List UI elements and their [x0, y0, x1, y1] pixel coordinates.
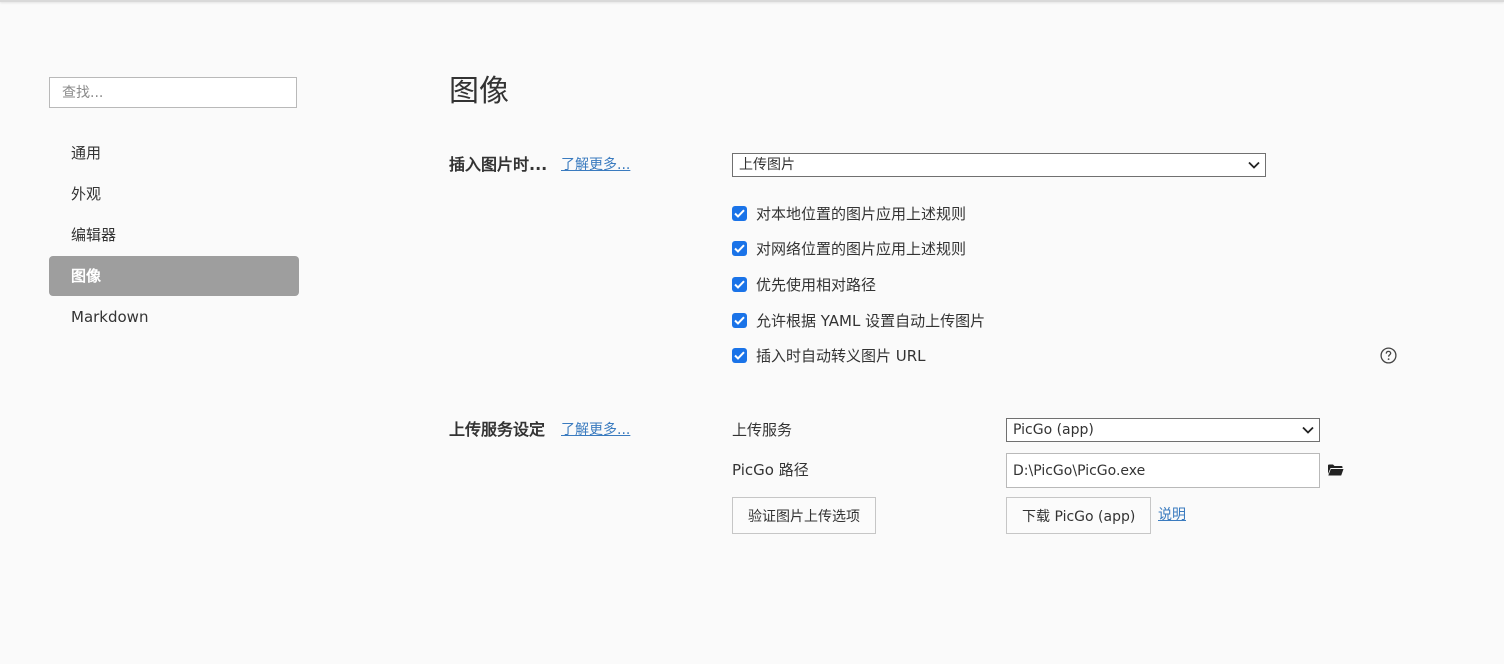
upload-service-label: 上传服务: [732, 421, 793, 439]
option-label: 对本地位置的图片应用上述规则: [756, 204, 967, 223]
sidebar-item-editor[interactable]: 编辑器: [49, 215, 299, 255]
checkmark-icon: [734, 244, 745, 253]
upload-service-section-label: 上传服务设定: [449, 420, 546, 439]
option-label: 对网络位置的图片应用上述规则: [756, 239, 967, 258]
chevron-down-icon: [1301, 419, 1315, 441]
sidebar-item-appearance[interactable]: 外观: [49, 174, 299, 214]
insert-action-select[interactable]: 上传图片: [732, 153, 1266, 177]
checkbox-checked[interactable]: [732, 312, 747, 328]
option-yaml-upload[interactable]: 允许根据 YAML 设置自动上传图片: [732, 309, 985, 331]
folder-icon[interactable]: [1327, 463, 1344, 477]
checkmark-icon: [734, 351, 745, 360]
checkmark-icon: [734, 316, 745, 325]
checkbox-checked[interactable]: [732, 347, 747, 363]
picgo-help-link[interactable]: 说明: [1158, 503, 1186, 527]
picgo-path-input[interactable]: [1006, 453, 1320, 488]
insert-action-select-value: 上传图片: [739, 157, 795, 173]
sidebar-item-markdown[interactable]: Markdown: [49, 297, 299, 337]
checkbox-checked[interactable]: [732, 240, 747, 256]
search-input[interactable]: [49, 77, 297, 108]
verify-upload-button[interactable]: 验证图片上传选项: [732, 497, 876, 534]
option-label: 插入时自动转义图片 URL: [756, 346, 926, 365]
page-title: 图像: [449, 74, 509, 109]
insert-image-section-label: 插入图片时...: [449, 155, 548, 174]
download-picgo-button[interactable]: 下载 PicGo (app): [1006, 497, 1152, 534]
question-circle-icon[interactable]: [1380, 347, 1397, 364]
option-label: 允许根据 YAML 设置自动上传图片: [756, 311, 986, 330]
checkbox-checked[interactable]: [732, 205, 747, 221]
sidebar-item-image[interactable]: 图像: [49, 256, 299, 296]
picgo-path-label: PicGo 路径: [732, 461, 809, 479]
upload-learn-more-link[interactable]: 了解更多...: [561, 418, 630, 442]
option-relative-path[interactable]: 优先使用相对路径: [732, 273, 876, 295]
checkbox-checked[interactable]: [732, 276, 747, 292]
checkmark-icon: [734, 280, 745, 289]
option-network-images[interactable]: 对网络位置的图片应用上述规则: [732, 237, 966, 259]
option-escape-url[interactable]: 插入时自动转义图片 URL: [732, 344, 926, 366]
option-label: 优先使用相对路径: [756, 275, 877, 294]
upload-service-select[interactable]: PicGo (app): [1006, 418, 1320, 442]
option-local-images[interactable]: 对本地位置的图片应用上述规则: [732, 202, 966, 224]
insert-learn-more-link[interactable]: 了解更多...: [561, 153, 630, 177]
checkmark-icon: [734, 209, 745, 218]
window-top-border: [0, 0, 1504, 2]
chevron-down-icon: [1247, 154, 1261, 176]
upload-service-select-value: PicGo (app): [1013, 422, 1094, 438]
sidebar-item-general[interactable]: 通用: [49, 133, 299, 173]
